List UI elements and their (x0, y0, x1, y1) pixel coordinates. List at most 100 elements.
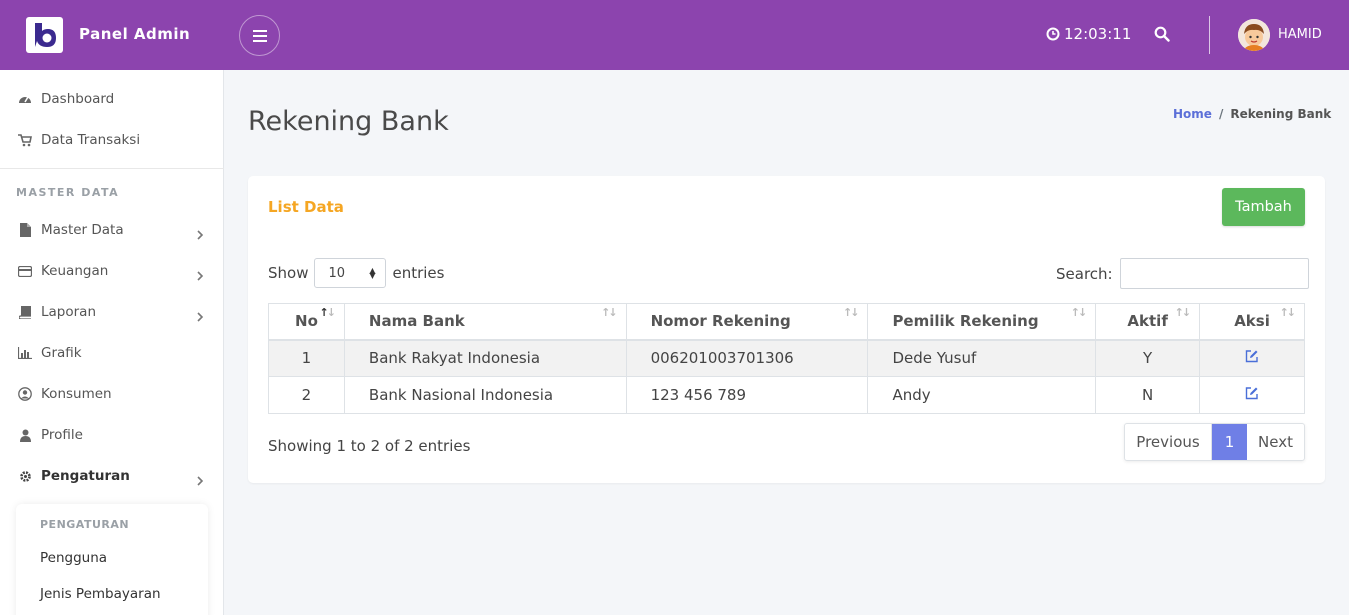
cell-aksi (1199, 339, 1305, 377)
search-label: Search: (1056, 264, 1113, 283)
column-header-no[interactable]: No ↑↓ (268, 303, 345, 341)
search-icon (1154, 26, 1170, 42)
sidebar-item-dashboard[interactable]: Dashboard (0, 84, 224, 114)
sidebar-item-label: Data Transaksi (41, 132, 141, 148)
book-icon (18, 305, 32, 319)
sidebar-item-label: Dashboard (41, 91, 115, 107)
sort-icon: ↑↓ (601, 306, 618, 319)
brand-title: Panel Admin (79, 25, 191, 43)
sidebar-item-data-transaksi[interactable]: Data Transaksi (0, 125, 224, 155)
edit-icon[interactable] (1245, 349, 1259, 363)
table-row: 1 Bank Rakyat Indonesia 006201003701306 … (268, 339, 1305, 377)
sidebar-item-label: Profile (41, 427, 83, 443)
breadcrumb-home-link[interactable]: Home (1173, 107, 1212, 121)
file-icon (18, 223, 32, 237)
sidebar-item-label: Master Data (41, 222, 124, 238)
column-header-pemilik-rekening[interactable]: Pemilik Rekening ↑↓ (867, 303, 1097, 341)
page-length-select[interactable]: 10 ▲ ▼ (314, 258, 387, 288)
logo-icon (34, 23, 56, 47)
avatar[interactable] (1238, 19, 1270, 51)
sidebar-item-keuangan[interactable]: Keuangan (0, 256, 224, 286)
sidebar-item-grafik[interactable]: Grafik (0, 338, 224, 368)
cell-nomor-rekening: 006201003701306 (625, 339, 869, 377)
show-label: Show (268, 264, 309, 282)
navbar-divider (1209, 16, 1210, 54)
chevron-right-icon (196, 307, 204, 322)
search-button[interactable] (1154, 26, 1172, 44)
clock-time: 12:03:11 (1064, 25, 1132, 43)
hamburger-icon (252, 29, 267, 42)
sidebar-toggle-button[interactable] (239, 15, 280, 56)
cart-icon (18, 133, 32, 147)
edit-icon[interactable] (1245, 386, 1259, 400)
table-info: Showing 1 to 2 of 2 entries (268, 437, 471, 455)
list-data-card: List Data Tambah Show 10 ▲ ▼ entries Sear… (248, 176, 1325, 483)
cell-no: 1 (268, 339, 345, 377)
sidebar-item-pengaturan[interactable]: Pengaturan (0, 461, 224, 491)
pengaturan-submenu: PENGATURAN Pengguna Jenis Pembayaran (16, 504, 208, 615)
top-navbar: Panel Admin 12:03:11 HAMID (0, 0, 1349, 70)
user-avatar-icon (1238, 19, 1270, 51)
cell-aksi (1199, 376, 1305, 414)
submenu-item-jenis-pembayaran[interactable]: Jenis Pembayaran (40, 586, 161, 602)
cell-nomor-rekening: 123 456 789 (625, 376, 869, 414)
add-button[interactable]: Tambah (1222, 188, 1305, 226)
sidebar-item-label: Grafik (41, 345, 82, 361)
sort-icon: ↑↓ (1279, 306, 1297, 319)
sidebar-item-master-data[interactable]: Master Data (0, 215, 224, 245)
breadcrumb: Home / Rekening Bank (1173, 107, 1331, 121)
breadcrumb-current: Rekening Bank (1230, 107, 1332, 121)
table-row: 2 Bank Nasional Indonesia 123 456 789 An… (268, 376, 1305, 414)
sidebar-item-label: Pengaturan (41, 468, 130, 484)
column-header-aktif[interactable]: Aktif ↑↓ (1095, 303, 1201, 341)
gear-icon (18, 469, 32, 483)
sidebar-item-profile[interactable]: Profile (0, 420, 224, 450)
username[interactable]: HAMID (1278, 27, 1322, 42)
column-header-nomor-rekening[interactable]: Nomor Rekening ↑↓ (625, 303, 869, 341)
next-page-button[interactable]: Next (1247, 424, 1304, 460)
sidebar-item-konsumen[interactable]: Konsumen (0, 379, 224, 409)
cell-aktif: N (1095, 376, 1201, 414)
entries-label: entries (392, 264, 445, 282)
chevron-right-icon (196, 266, 204, 281)
column-header-aksi[interactable]: Aksi ↑↓ (1199, 303, 1305, 341)
table-header-row: No ↑↓ Nama Bank ↑↓ Nomor Rekening ↑↓ Pemili… (268, 303, 1305, 341)
breadcrumb-separator: / (1218, 107, 1224, 121)
cell-nama-bank: Bank Nasional Indonesia (343, 376, 627, 414)
card-title: List Data (268, 198, 344, 216)
logo[interactable] (26, 17, 63, 53)
sidebar: Dashboard Data Transaksi MASTER DATA Mas… (0, 70, 224, 615)
sidebar-item-label: Keuangan (41, 263, 109, 279)
user-icon (18, 428, 32, 442)
dashboard-icon (18, 92, 32, 106)
sidebar-divider (0, 168, 224, 169)
submenu-header: PENGATURAN (40, 518, 130, 531)
submenu-item-pengguna[interactable]: Pengguna (40, 550, 107, 566)
search-input[interactable] (1119, 258, 1309, 289)
bank-accounts-table: No ↑↓ Nama Bank ↑↓ Nomor Rekening ↑↓ Pemili… (268, 303, 1305, 414)
chevron-right-icon (196, 225, 204, 240)
sidebar-item-laporan[interactable]: Laporan (0, 297, 224, 327)
cell-no: 2 (268, 376, 345, 414)
sidebar-item-label: Konsumen (41, 386, 112, 402)
cell-nama-bank: Bank Rakyat Indonesia (343, 339, 627, 377)
page-length-value: 10 (328, 265, 346, 281)
cell-pemilik: Dede Yusuf (867, 339, 1097, 377)
sort-icon: ↑↓ (1174, 306, 1192, 319)
clock: 12:03:11 (1046, 25, 1131, 43)
sort-icon: ↑↓ (843, 306, 860, 319)
previous-page-button[interactable]: Previous (1125, 424, 1212, 460)
page-length-control: Show 10 ▲ ▼ entries (268, 258, 444, 288)
page-title: Rekening Bank (248, 106, 449, 137)
sort-icon: ↑↓ (1070, 306, 1088, 319)
credit-card-icon (18, 264, 32, 278)
table-search: Search: (1056, 258, 1309, 289)
cell-aktif: Y (1095, 339, 1201, 377)
cell-pemilik: Andy (867, 376, 1097, 414)
clock-icon (1046, 27, 1060, 41)
page-1-button[interactable]: 1 (1212, 424, 1247, 460)
chevron-right-icon (196, 471, 204, 486)
column-header-nama-bank[interactable]: Nama Bank ↑↓ (343, 303, 627, 341)
user-circle-icon (18, 387, 32, 401)
select-arrows-icon: ▲ ▼ (369, 266, 376, 280)
